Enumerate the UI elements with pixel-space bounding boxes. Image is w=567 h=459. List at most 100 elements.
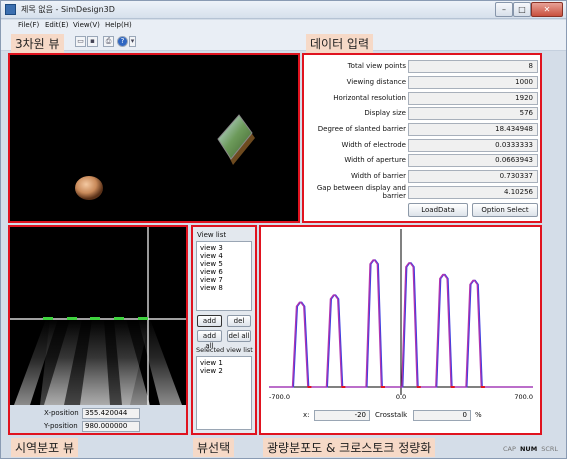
head-model-icon xyxy=(75,176,103,200)
view-select-label: 뷰선택 xyxy=(193,438,235,457)
crosstalk-marker xyxy=(450,386,455,388)
form-row: Gap between display and barrier 4.10256 xyxy=(304,184,542,201)
data-input-label: 데이터 입력 xyxy=(306,34,374,53)
crosstalk-marker xyxy=(416,386,421,388)
list-item[interactable]: view 4 xyxy=(200,252,251,260)
add-all-button[interactable]: add all xyxy=(197,330,222,350)
list-item[interactable]: view 6 xyxy=(200,268,251,276)
view-3d-panel[interactable] xyxy=(8,53,300,223)
menu-view[interactable]: View(V) xyxy=(73,21,100,29)
status-indicators: CAP NUM SCRL xyxy=(503,445,558,453)
field-label: Width of aperture xyxy=(344,156,406,164)
menu-edit[interactable]: Edit(E) xyxy=(45,21,68,29)
selected-view-list[interactable]: view 1 view 2 xyxy=(196,356,252,430)
form-row: Width of barrier 0.730337 xyxy=(304,169,542,185)
list-item[interactable]: view 5 xyxy=(200,260,251,268)
list-item[interactable]: view 7 xyxy=(200,276,251,284)
form-row: Width of aperture 0.0663943 xyxy=(304,153,542,169)
list-item[interactable]: view 2 xyxy=(200,367,251,375)
form-row: Display size 576 xyxy=(304,106,542,122)
maximize-button[interactable]: □ xyxy=(513,2,531,17)
minimize-button[interactable]: – xyxy=(495,2,513,17)
field-label: Total view points xyxy=(347,62,406,70)
crosstalk-unit: % xyxy=(475,411,482,419)
view-select-panel: View list view 3 view 4 view 5 view 6 vi… xyxy=(191,225,257,435)
scene-3d xyxy=(75,114,255,200)
field-label: Gap between display and barrier xyxy=(316,184,406,200)
x-label: x: xyxy=(303,411,310,419)
field-label: Width of electrode xyxy=(341,141,406,149)
gap-input[interactable]: 4.10256 xyxy=(408,186,538,199)
add-button[interactable]: add xyxy=(197,315,222,327)
list-item[interactable]: view 8 xyxy=(200,284,251,292)
view-3d-label: 3차원 뷰 xyxy=(11,34,64,53)
save-icon[interactable]: ▪ xyxy=(87,36,98,47)
scrl-indicator: SCRL xyxy=(541,445,559,453)
field-label: Horizontal resolution xyxy=(333,94,406,102)
view-list-label: View list xyxy=(197,231,227,239)
crosstalk-marker xyxy=(480,386,485,388)
field-label: Display size xyxy=(364,109,406,117)
total-view-points-input[interactable]: 8 xyxy=(408,60,538,73)
window-title: 제목 없음 - SimDesign3D xyxy=(21,5,115,14)
crosstalk-field[interactable]: 0 xyxy=(413,410,471,421)
app-window: 제목 없음 - SimDesign3D – □ ✕ File(F) Edit(E… xyxy=(0,0,567,459)
x-tick-label: 700.0 xyxy=(514,393,533,401)
selected-view-list-label: Selected view list xyxy=(196,346,253,354)
luminance-chart[interactable]: -700.0 0.0 700.0 xyxy=(261,227,540,405)
electrode-width-input[interactable]: 0.0333333 xyxy=(408,139,538,152)
barrier-degree-input[interactable]: 18.434948 xyxy=(408,123,538,136)
field-label: Viewing distance xyxy=(346,78,406,86)
cap-indicator: CAP xyxy=(503,445,516,453)
barrier-width-input[interactable]: 0.730337 xyxy=(408,170,538,183)
del-all-button[interactable]: del all xyxy=(227,330,251,342)
menu-help[interactable]: Help(H) xyxy=(105,21,132,29)
x-tick-label: -700.0 xyxy=(269,393,290,401)
luminance-label: 광량분포도 & 크로스토크 정량화 xyxy=(263,438,436,457)
list-item[interactable]: view 3 xyxy=(200,244,251,252)
app-icon xyxy=(5,4,16,15)
list-item[interactable]: view 1 xyxy=(200,359,251,367)
field-distribution-panel: X-position 355.420044 Y-position 980.000… xyxy=(8,225,188,435)
crosstalk-label: Crosstalk xyxy=(375,411,408,419)
field-distribution-label: 시역분포 뷰 xyxy=(11,438,79,457)
aperture-width-input[interactable]: 0.0663943 xyxy=(408,154,538,167)
num-indicator: NUM xyxy=(519,445,538,453)
form-row: Width of electrode 0.0333333 xyxy=(304,138,542,154)
form-row: Viewing distance 1000 xyxy=(304,75,542,91)
form-row: Degree of slanted barrier 18.434948 xyxy=(304,122,542,138)
field-label: Degree of slanted barrier xyxy=(317,125,406,133)
y-position-field[interactable]: 980.000000 xyxy=(82,421,140,432)
menu-bar: File(F) Edit(E) View(V) Help(H) xyxy=(1,20,566,33)
viewing-distance-input[interactable]: 1000 xyxy=(408,76,538,89)
data-input-panel: Total view points 8 Viewing distance 100… xyxy=(302,53,542,223)
field-label: Width of barrier xyxy=(350,172,406,180)
help-icon[interactable]: ? xyxy=(117,36,128,47)
view-list[interactable]: view 3 view 4 view 5 view 6 view 7 view … xyxy=(196,241,252,311)
x-value-field[interactable]: -20 xyxy=(314,410,370,421)
crosstalk-marker xyxy=(380,386,385,388)
x-position-field[interactable]: 355.420044 xyxy=(82,408,140,419)
toolbar: ▭ ▪ ⎙ ? ▾ xyxy=(1,33,566,51)
y-position-label: Y-position xyxy=(44,422,78,430)
crosstalk-marker xyxy=(341,386,346,388)
menu-file[interactable]: File(F) xyxy=(18,21,39,29)
load-data-button[interactable]: LoadData xyxy=(408,203,468,217)
x-position-label: X-position xyxy=(44,409,79,417)
title-bar: 제목 없음 - SimDesign3D – □ ✕ xyxy=(1,1,566,19)
del-button[interactable]: del xyxy=(227,315,251,327)
display-size-input[interactable]: 576 xyxy=(408,107,538,120)
x-tick-label: 0.0 xyxy=(396,393,406,401)
display-model-icon xyxy=(217,114,253,160)
luminance-panel: -700.0 0.0 700.0 x: -20 Crosstalk 0 % xyxy=(259,225,542,435)
form-row: Total view points 8 xyxy=(304,59,542,75)
close-button[interactable]: ✕ xyxy=(531,2,563,17)
crosstalk-marker xyxy=(307,386,312,388)
open-icon[interactable]: ▭ xyxy=(75,36,86,47)
field-distribution-view[interactable] xyxy=(10,227,186,405)
print-icon[interactable]: ⎙ xyxy=(103,36,114,47)
horizontal-resolution-input[interactable]: 1920 xyxy=(408,92,538,105)
option-select-button[interactable]: Option Select xyxy=(472,203,538,217)
form-row: Horizontal resolution 1920 xyxy=(304,91,542,107)
toolbar-dropdown-icon[interactable]: ▾ xyxy=(129,36,136,47)
